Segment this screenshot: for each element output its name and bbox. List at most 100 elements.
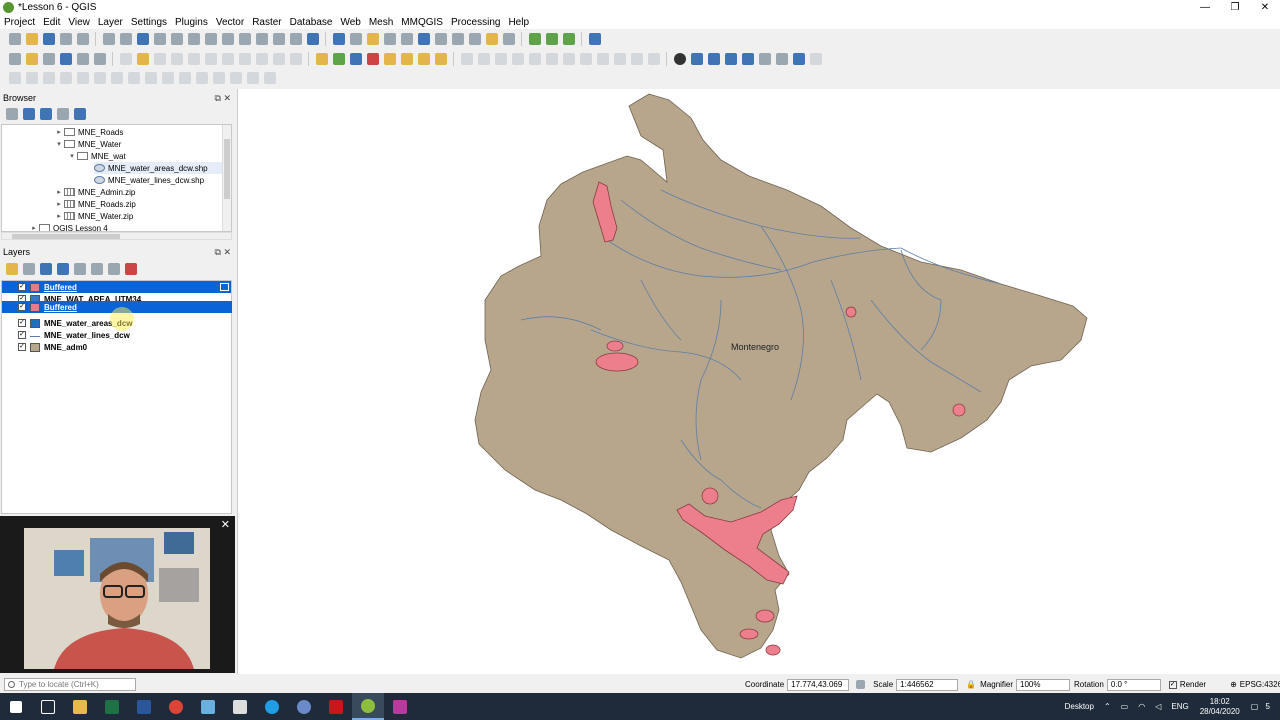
taskbar-r[interactable]	[288, 693, 320, 720]
menu-database[interactable]: Database	[286, 17, 337, 28]
menu-mesh[interactable]: Mesh	[365, 17, 397, 28]
add-part-icon[interactable]	[246, 72, 259, 84]
zoom-full-icon[interactable]	[170, 33, 183, 45]
save-edits-icon[interactable]	[153, 53, 166, 65]
clock[interactable]: 18:02 28/04/2020	[1200, 697, 1240, 717]
layer-visibility-checkbox[interactable]: ✓	[18, 303, 26, 311]
undo-icon[interactable]	[272, 53, 285, 65]
paste-features-icon[interactable]	[255, 53, 268, 65]
digitize-curve-icon[interactable]	[707, 53, 720, 65]
label-pin-icon[interactable]	[332, 53, 345, 65]
browser-vertical-scrollbar[interactable]	[222, 125, 231, 231]
python-console-icon[interactable]	[528, 33, 541, 45]
open-layer-styling-icon[interactable]	[5, 262, 18, 275]
reverse-line-icon[interactable]	[263, 72, 276, 84]
show-bookmarks-icon[interactable]	[289, 33, 302, 45]
layer-visibility-checkbox[interactable]: ✓	[18, 343, 26, 351]
label-tool-icon[interactable]	[315, 53, 328, 65]
crs-button[interactable]: EPSG:4326	[1240, 680, 1280, 689]
statistics-icon[interactable]	[451, 33, 464, 45]
actions-icon[interactable]	[349, 33, 362, 45]
vertex-tool-icon[interactable]	[187, 53, 200, 65]
locator-search[interactable]: Type to locate (Ctrl+K)	[4, 678, 136, 691]
taskbar-notepad[interactable]	[192, 693, 224, 720]
shape-circle-icon[interactable]	[724, 53, 737, 65]
taskbar-edge[interactable]	[256, 693, 288, 720]
simplify-feature-icon[interactable]	[195, 72, 208, 84]
pan-icon[interactable]	[102, 33, 115, 45]
split-features-icon[interactable]	[579, 53, 592, 65]
magnifier-field[interactable]: 100%	[1016, 678, 1071, 691]
label-rotate-icon[interactable]	[383, 53, 396, 65]
browser-properties-icon[interactable]	[73, 107, 86, 120]
layer-item-water-lines-dcw[interactable]: ✓ MNE_water_lines_dcw	[2, 329, 231, 341]
expand-arrow-icon[interactable]: ▸	[54, 212, 64, 220]
menu-edit[interactable]: Edit	[39, 17, 64, 28]
layer-item-buffered[interactable]: ✓ Buffered	[2, 281, 231, 293]
add-selected-layers-icon[interactable]	[5, 107, 18, 120]
task-view-button[interactable]	[32, 693, 64, 720]
rotate-symbols-icon[interactable]	[647, 53, 660, 65]
label-change-icon[interactable]	[400, 53, 413, 65]
select-by-value-icon[interactable]	[59, 72, 72, 84]
measure-line-icon[interactable]	[8, 72, 21, 84]
taskbar-qgis[interactable]	[352, 693, 384, 720]
cut-features-icon[interactable]	[221, 53, 234, 65]
desktop-toolbar-label[interactable]: Desktop	[1065, 702, 1094, 711]
tree-item-water-zip[interactable]: ▸ MNE_Water.zip	[54, 210, 133, 222]
zoom-out-icon[interactable]	[153, 33, 166, 45]
attribute-table-icon[interactable]	[400, 33, 413, 45]
taskbar-explorer[interactable]	[64, 693, 96, 720]
polygon-symbol-icon[interactable]	[30, 282, 40, 292]
browser-horizontal-scrollbar[interactable]	[1, 232, 232, 240]
menu-vector[interactable]: Vector	[212, 17, 248, 28]
shape-ellipse-icon[interactable]	[741, 53, 754, 65]
pan-to-selection-icon[interactable]	[119, 33, 132, 45]
label-move-icon[interactable]	[366, 53, 379, 65]
panel-float-close-icon[interactable]: ⧉ ✕	[215, 93, 231, 104]
tree-item-water-lines-shp[interactable]: MNE_water_lines_dcw.shp	[94, 174, 204, 186]
trace-icon[interactable]	[690, 53, 703, 65]
taskbar-chrome[interactable]	[160, 693, 192, 720]
menu-help[interactable]: Help	[504, 17, 533, 28]
crs-globe-icon[interactable]: ⊕	[1230, 680, 1237, 689]
refresh-icon[interactable]	[306, 33, 319, 45]
delete-part-icon[interactable]	[528, 53, 541, 65]
filter-legend-icon[interactable]	[56, 262, 69, 275]
maximize-button[interactable]: ❐	[1220, 2, 1250, 13]
manage-map-themes-icon[interactable]	[39, 262, 52, 275]
network-icon[interactable]: ▭	[1121, 702, 1129, 711]
shape-polygon-icon[interactable]	[775, 53, 788, 65]
taskbar-app[interactable]	[384, 693, 416, 720]
expand-all-icon[interactable]	[90, 262, 103, 275]
tree-item-mne-water[interactable]: ▾ MNE_Water	[54, 138, 121, 150]
rotation-field[interactable]: 0.0 °	[1106, 678, 1161, 691]
data-source-manager-icon[interactable]	[8, 53, 21, 65]
polygon-symbol-icon[interactable]	[30, 302, 40, 312]
delete-ring-icon[interactable]	[511, 53, 524, 65]
scale-lock-icon[interactable]: 🔒	[966, 680, 976, 689]
copy-features-icon[interactable]	[238, 53, 251, 65]
layer-visibility-checkbox[interactable]: ✓	[18, 319, 26, 327]
edit-layer-icon[interactable]	[220, 283, 229, 291]
add-vector-layer-icon[interactable]	[25, 53, 38, 65]
measure-icon[interactable]	[468, 33, 481, 45]
panel-toggle-icon[interactable]	[588, 33, 601, 45]
add-feature-icon[interactable]	[170, 53, 183, 65]
measure-area-icon[interactable]	[25, 72, 38, 84]
label-properties-icon[interactable]	[434, 53, 447, 65]
expand-arrow-icon[interactable]: ▾	[54, 140, 64, 148]
toggle-extents-icon[interactable]	[855, 680, 865, 689]
zoom-selection-icon[interactable]	[187, 33, 200, 45]
panel-float-close-icon[interactable]: ⧉ ✕	[215, 247, 231, 258]
browser-collapse-icon[interactable]	[56, 107, 69, 120]
tree-item-mne-roads[interactable]: ▸ MNE_Roads	[54, 126, 123, 138]
open-project-icon[interactable]	[25, 33, 38, 45]
render-checkbox[interactable]: ✓	[1168, 680, 1177, 689]
shape-rectangle-icon[interactable]	[758, 53, 771, 65]
layer-visibility-checkbox[interactable]: ✓	[18, 331, 26, 339]
toggle-editing-icon[interactable]	[136, 53, 149, 65]
current-edits-icon[interactable]	[119, 53, 132, 65]
offset-curve-icon[interactable]	[562, 53, 575, 65]
diagram-move-icon[interactable]	[417, 53, 430, 65]
